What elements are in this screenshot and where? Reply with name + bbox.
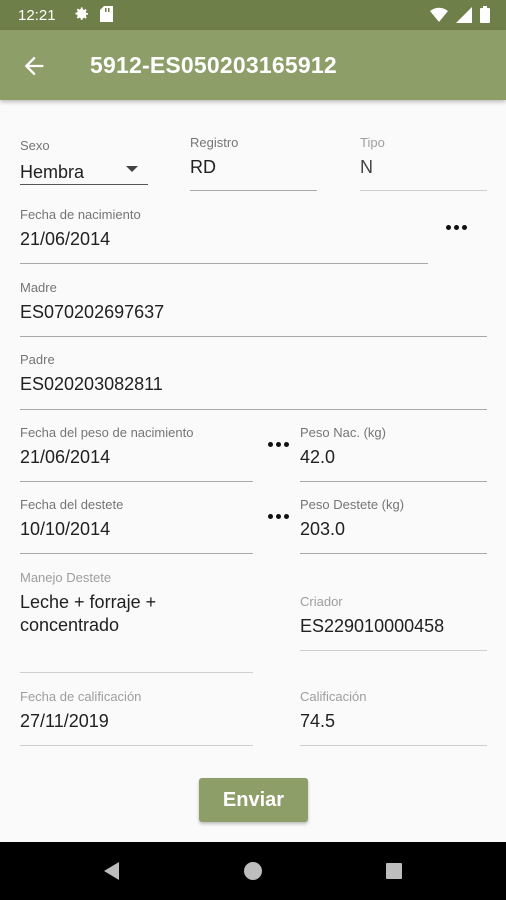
fecha-destete-label: Fecha del destete [20,497,124,512]
fecha-destete-field[interactable]: Fecha del destete 10/10/2014 [20,497,253,555]
manejo-destete-line-1: Leche + forraje + [20,592,157,612]
madre-field[interactable]: Madre ES070202697637 [20,280,487,338]
battery-icon [480,6,490,23]
fecha-nacimiento-value: 21/06/2014 [20,229,111,249]
tipo-underline [360,190,487,191]
peso-nac-field[interactable]: Peso Nac. (kg) 42.0 [300,425,487,483]
wifi-icon [430,7,448,22]
home-circle-icon[interactable] [243,861,263,881]
criador-field: Criador ES229010000458 [300,594,487,652]
sexo-value: Hembra [20,162,85,182]
sd-card-icon [100,6,113,22]
manejo-destete-value: Leche + forraje + concentrado [20,591,253,637]
criador-label: Criador [300,594,343,609]
peso-destete-value: 203.0 [300,519,346,539]
madre-label: Madre [20,280,57,295]
manejo-destete-line-2: concentrado [20,615,120,635]
tipo-value: N [360,157,373,177]
fecha-nacimiento-underline [20,263,428,264]
registro-field[interactable]: Registro RD [190,135,317,192]
fecha-peso-nacimiento-field[interactable]: Fecha del peso de nacimiento 21/06/2014 [20,425,253,483]
peso-destete-field[interactable]: Peso Destete (kg) 203.0 [300,497,487,555]
signal-icon [456,6,472,23]
fecha-nacimiento-field[interactable]: Fecha de nacimiento 21/06/2014 [20,207,428,265]
peso-nac-label: Peso Nac. (kg) [300,425,386,440]
calificacion-value: 74.5 [300,711,336,731]
manejo-destete-label: Manejo Destete [20,570,112,585]
registro-value: RD [190,157,216,177]
gear-icon [75,7,88,20]
tipo-label: Tipo [360,135,385,150]
madre-value: ES070202697637 [20,302,165,322]
sexo-dropdown[interactable]: Sexo Hembra [20,138,148,186]
more-horiz-icon[interactable] [268,511,292,523]
fecha-destete-underline [20,553,253,554]
arrow-back-icon[interactable] [20,52,48,80]
registro-underline [190,190,317,191]
fecha-calificacion-underline [20,745,253,746]
criador-value: ES229010000458 [300,616,445,636]
peso-nac-underline [300,481,487,482]
peso-nac-value: 42.0 [300,447,336,467]
padre-field[interactable]: Padre ES020203082811 [20,352,487,410]
navigation-bar [0,842,506,900]
manejo-destete-field: Manejo Destete Leche + forraje + concent… [20,570,253,674]
app-bar: 5912-ES050203165912 [0,30,506,100]
recents-square-icon[interactable] [384,861,404,881]
fecha-peso-nacimiento-value: 21/06/2014 [20,447,111,467]
calificacion-field: Calificación 74.5 [300,689,487,747]
more-horiz-icon[interactable] [446,222,470,234]
fecha-peso-nacimiento-label: Fecha del peso de nacimiento [20,425,194,440]
peso-destete-label: Peso Destete (kg) [300,497,405,512]
tipo-field: Tipo N [360,135,487,192]
fecha-nacimiento-label: Fecha de nacimiento [20,207,141,222]
padre-label: Padre [20,352,55,367]
registro-label: Registro [190,135,239,150]
fecha-peso-nacimiento-underline [20,481,253,482]
calificacion-underline [300,745,487,746]
fecha-calificacion-label: Fecha de calificación [20,689,142,704]
manejo-destete-underline [20,672,253,673]
fecha-destete-value: 10/10/2014 [20,519,111,539]
status-bar: 12:21 [0,0,506,30]
chevron-down-icon [126,166,138,172]
page-title: 5912-ES050203165912 [90,52,337,78]
sexo-underline [20,184,148,185]
status-time: 12:21 [18,7,56,24]
fecha-calificacion-value: 27/11/2019 [20,711,109,731]
more-horiz-icon[interactable] [268,439,292,451]
enviar-button[interactable]: Enviar [199,778,308,822]
peso-destete-underline [300,553,487,554]
criador-underline [300,650,487,651]
fecha-calificacion-field: Fecha de calificación 27/11/2019 [20,689,253,747]
padre-underline [20,409,487,410]
sexo-label: Sexo [20,138,50,153]
back-triangle-icon[interactable] [102,861,122,881]
madre-underline [20,336,487,337]
padre-value: ES020203082811 [20,374,163,394]
calificacion-label: Calificación [300,689,367,704]
